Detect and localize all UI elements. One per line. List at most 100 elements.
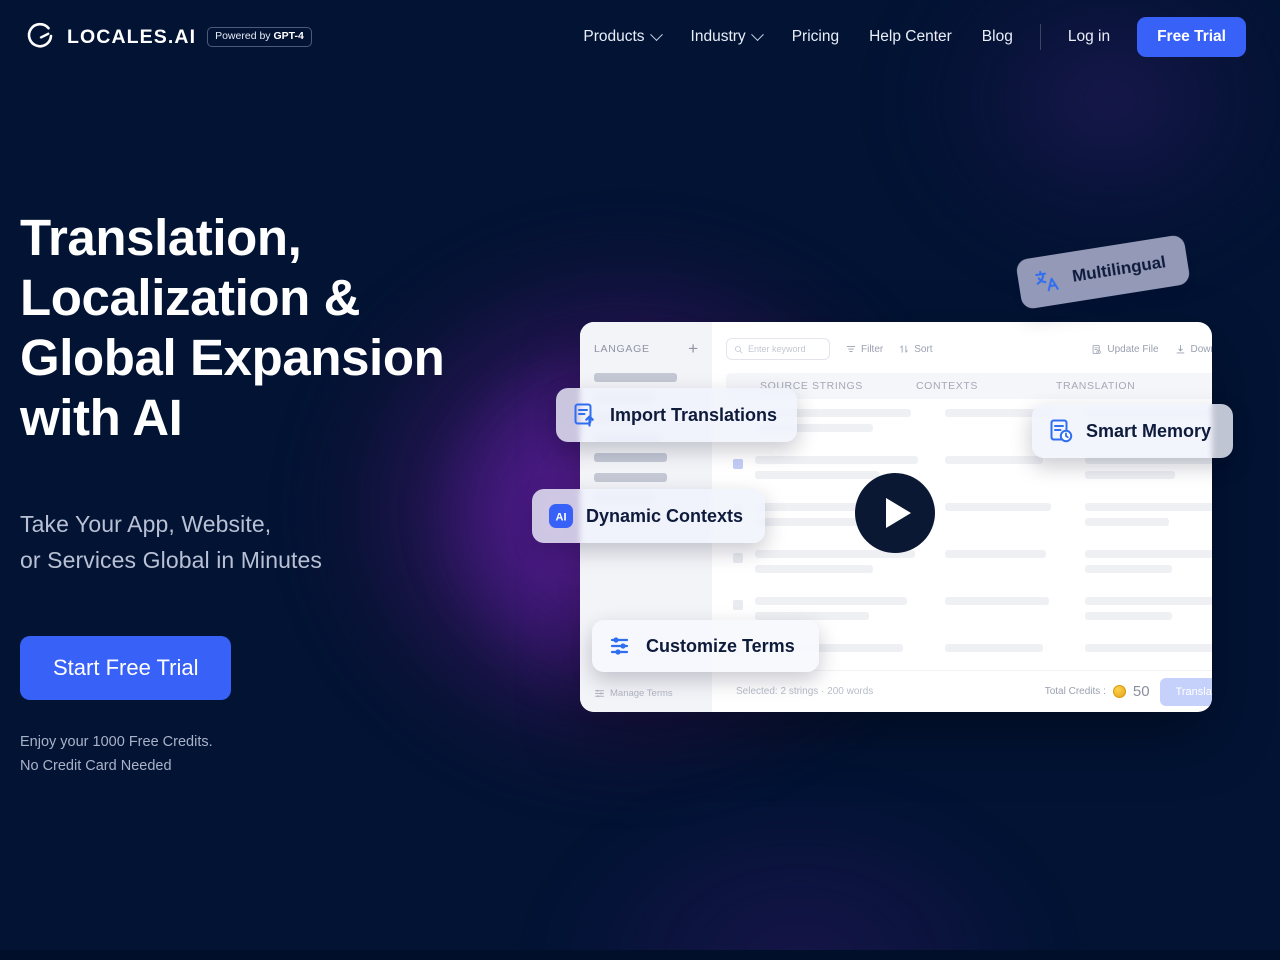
feature-pill-label: Import Translations	[610, 404, 778, 425]
free-trial-button[interactable]: Free Trial	[1137, 17, 1246, 57]
sort-label: Sort	[914, 343, 933, 355]
cell-context	[945, 456, 1085, 471]
nav-item-help-center[interactable]: Help Center	[854, 19, 967, 55]
note-line-1: Enjoy your 1000 Free Credits.	[20, 734, 213, 750]
mock-footer-bar: Selected: 2 strings · 200 words Total Cr…	[712, 670, 1212, 712]
feature-pill-label: Customize Terms	[646, 635, 795, 656]
feature-pill-label: Smart Memory	[1086, 420, 1212, 441]
nav-label: Blog	[981, 28, 1013, 45]
brand-logo[interactable]: LOCALES.AI Powered by GPT-4	[26, 22, 312, 52]
filter-icon	[846, 346, 856, 352]
cell-translation	[1085, 456, 1212, 486]
download-button[interactable]: Download	[1175, 344, 1212, 355]
translate-button[interactable]: Translate	[1159, 677, 1212, 706]
manage-terms-label: Manage Terms	[610, 688, 673, 699]
mock-toolbar: Enter keyword Filter Sort Update File Do…	[726, 338, 1212, 360]
sort-icon	[900, 345, 909, 353]
badge-strong: GPT-4	[273, 30, 304, 43]
feature-pill-customize-terms[interactable]: Customize Terms	[592, 620, 819, 672]
row-checkbox[interactable]	[733, 553, 743, 563]
table-row[interactable]	[726, 503, 1212, 550]
chevron-down-icon	[649, 27, 663, 41]
title-line-1: Translation,	[20, 209, 302, 266]
cell-source	[755, 550, 945, 580]
subtitle-line-2: or Services Global in Minutes	[20, 547, 323, 573]
credits-display: Total Credits : 50	[1045, 683, 1150, 700]
play-icon	[886, 498, 911, 528]
translate-icon	[1035, 270, 1059, 292]
chevron-down-icon	[750, 27, 764, 41]
hero-section: Translation, Localization & Global Expan…	[20, 208, 560, 778]
cell-context	[945, 644, 1085, 659]
ai-badge-icon: AI	[549, 504, 573, 528]
import-document-icon	[574, 403, 594, 427]
powered-by-badge: Powered by GPT-4	[207, 27, 312, 47]
feature-pill-import-translations[interactable]: Import Translations	[556, 388, 798, 442]
nav-item-blog[interactable]: Blog	[967, 19, 1028, 55]
title-line-3: Global Expansion	[20, 329, 445, 386]
credits-value: 50	[1132, 683, 1150, 700]
document-clock-icon	[1050, 419, 1073, 443]
skeleton-bar	[594, 453, 667, 462]
subtitle-line-1: Take Your App, Website,	[20, 511, 272, 537]
download-icon	[1176, 344, 1184, 353]
play-video-button[interactable]	[855, 473, 935, 553]
feature-pill-dynamic-contexts[interactable]: AI Dynamic Contexts	[532, 489, 766, 543]
update-file-button[interactable]: Update File	[1091, 343, 1159, 355]
start-free-trial-button[interactable]: Start Free Trial	[20, 636, 232, 700]
cell-translation	[1085, 550, 1212, 580]
column-header-translation: TRANSLATION	[1056, 380, 1136, 392]
cell-translation	[1085, 503, 1212, 533]
update-file-icon	[1093, 344, 1102, 354]
table-column-headers: SOURCE STRINGS CONTEXTS TRANSLATION	[726, 373, 1212, 399]
svg-text:AI: AI	[556, 512, 567, 524]
page-title: Translation, Localization & Global Expan…	[20, 208, 560, 448]
credits-label: Total Credits :	[1044, 686, 1106, 697]
row-checkbox[interactable]	[733, 600, 743, 610]
search-icon	[734, 345, 743, 353]
cell-context	[945, 550, 1085, 565]
nav-item-pricing[interactable]: Pricing	[777, 19, 854, 55]
cell-translation	[1085, 644, 1212, 659]
note-line-2: No Credit Card Needed	[20, 758, 172, 774]
brand-name: LOCALES.AI	[67, 25, 197, 48]
feature-pill-label: Dynamic Contexts	[586, 505, 744, 526]
cell-context	[945, 597, 1085, 612]
row-checkbox[interactable]	[733, 459, 743, 469]
table-row[interactable]	[726, 550, 1212, 597]
cell-context	[945, 503, 1085, 518]
mock-sidebar-title: LANGAGE	[594, 342, 650, 355]
sort-button[interactable]: Sort	[899, 343, 933, 355]
site-header: LOCALES.AI Powered by GPT-4 Products Ind…	[0, 0, 1280, 74]
login-link[interactable]: Log in	[1053, 19, 1125, 55]
nav-label: Products	[583, 28, 645, 45]
column-header-contexts: CONTEXTS	[916, 380, 978, 392]
nav-divider	[1039, 24, 1041, 50]
badge-prefix: Powered by	[215, 30, 274, 43]
nav-item-industry[interactable]: Industry	[676, 19, 777, 55]
sliders-icon	[610, 637, 629, 655]
update-file-label: Update File	[1107, 343, 1159, 355]
nav-item-products[interactable]: Products	[568, 19, 675, 55]
table-row[interactable]	[726, 456, 1212, 503]
hero-note: Enjoy your 1000 Free Credits. No Credit …	[20, 730, 560, 778]
download-label: Download	[1190, 343, 1212, 355]
bottom-strip	[0, 950, 1280, 960]
feature-pill-label: Multilingual	[1070, 252, 1168, 286]
manage-terms-button[interactable]: Manage Terms	[594, 688, 673, 699]
mock-sidebar-header: LANGAGE +	[594, 340, 698, 357]
selection-status: Selected: 2 strings · 200 words	[736, 686, 874, 697]
search-input[interactable]: Enter keyword	[726, 338, 830, 360]
main-nav: Products Industry Pricing Help Center Bl…	[568, 17, 1246, 57]
title-line-4: with AI	[20, 389, 183, 446]
plus-icon[interactable]: +	[688, 340, 698, 357]
cell-translation	[1085, 597, 1212, 627]
nav-label: Industry	[690, 28, 746, 45]
coin-icon	[1112, 685, 1126, 698]
nav-label: Help Center	[869, 28, 952, 45]
filter-label: Filter	[861, 343, 884, 355]
hero-subtitle: Take Your App, Website, or Services Glob…	[20, 506, 560, 578]
filter-button[interactable]: Filter	[846, 344, 883, 355]
feature-pill-smart-memory[interactable]: Smart Memory	[1032, 404, 1234, 458]
login-label: Log in	[1067, 28, 1111, 45]
